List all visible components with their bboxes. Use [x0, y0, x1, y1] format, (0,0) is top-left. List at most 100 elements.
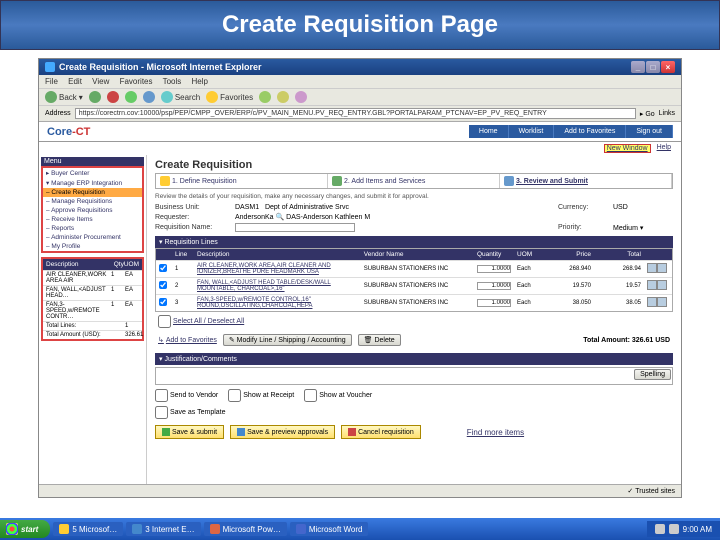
search-button[interactable]: Search	[161, 91, 200, 103]
windows-logo-icon	[6, 523, 18, 535]
link-new-window[interactable]: New Window	[604, 144, 651, 153]
nav-buyer-center[interactable]: ▸ Buyer Center	[43, 168, 142, 178]
logo: Core-CT	[47, 126, 90, 138]
forward-icon[interactable]	[89, 91, 101, 103]
priority-select[interactable]: Medium ▾	[613, 224, 673, 232]
cancel-req-button[interactable]: Cancel requisition	[341, 425, 421, 439]
comment-icon[interactable]	[647, 280, 657, 290]
req-name-input[interactable]	[235, 223, 355, 232]
row-checkbox[interactable]	[159, 281, 167, 289]
detail-icon[interactable]	[657, 280, 667, 290]
task-item[interactable]: Microsoft Word	[290, 522, 369, 536]
history-icon[interactable]	[259, 91, 271, 103]
add-favorites-link[interactable]: ↳ Add to Favorites	[158, 336, 217, 344]
maximize-button[interactable]: □	[646, 61, 660, 73]
save-preview-button[interactable]: Save & preview approvals	[230, 425, 335, 439]
task-item[interactable]: 3 Internet E…	[126, 522, 200, 536]
menu-view[interactable]: View	[92, 77, 109, 86]
ie-menubar: File Edit View Favorites Tools Help	[39, 75, 681, 89]
step-add-items[interactable]: 2. Add Items and Services	[328, 174, 500, 188]
rs-row: AIR CLEANER,WORK AREA AIR1EA	[43, 270, 142, 285]
sidebar: Menu ▸ Buyer Center ▾ Manage ERP Integra…	[39, 155, 147, 495]
task-item[interactable]: 5 Microsof…	[53, 522, 123, 536]
grid-row: 2FAN, WALL,<ADJUST HEAD TABLE/DESK/WALL …	[156, 277, 672, 294]
row-desc-link[interactable]: AIR CLEANER,WORK AREA,AIR CLEANER AND IO…	[194, 261, 361, 277]
nav-erp-integration[interactable]: ▾ Manage ERP Integration	[43, 178, 142, 188]
app-icon	[59, 524, 69, 534]
app-icon	[296, 524, 306, 534]
save-template-check[interactable]: Save as Template	[155, 406, 226, 419]
nav-my-profile[interactable]: – My Profile	[43, 242, 142, 251]
select-all-link[interactable]: Select All / Deselect All	[158, 315, 244, 328]
show-receipt-check[interactable]: Show at Receipt	[228, 389, 294, 402]
nav-approve-requisitions[interactable]: – Approve Requisitions	[43, 206, 142, 215]
back-button[interactable]: Back ▾	[45, 91, 83, 103]
row-desc-link[interactable]: FAN,3-SPEED,w/REMOTE CONTROL,16" ROUND,O…	[194, 295, 361, 311]
delete-button[interactable]: 🗑 Delete	[358, 334, 401, 346]
spellcheck-button[interactable]: Spelling	[634, 369, 671, 380]
step-review[interactable]: 3. Review and Submit	[500, 174, 672, 188]
rs-row: FAN, WALL,<ADJUST HEAD…1EA	[43, 285, 142, 300]
app-icon	[210, 524, 220, 534]
link-add-favorites[interactable]: Add to Favorites	[554, 125, 626, 138]
comments-textarea[interactable]: Spelling	[155, 367, 673, 385]
link-home[interactable]: Home	[469, 125, 509, 138]
detail-icon[interactable]	[657, 263, 667, 273]
row-desc-link[interactable]: FAN, WALL,<ADJUST HEAD TABLE/DESK/WALL M…	[194, 278, 361, 294]
nav-admin-procurement[interactable]: – Administer Procurement	[43, 233, 142, 242]
menu-file[interactable]: File	[45, 77, 58, 86]
review-icon	[504, 176, 514, 186]
save-icon	[162, 428, 170, 436]
step-define[interactable]: 1. Define Requisition	[156, 174, 328, 188]
qty-input[interactable]	[477, 282, 511, 290]
nav-highlight-box: ▸ Buyer Center ▾ Manage ERP Integration …	[41, 166, 144, 253]
justification-header: ▾ Justification/Comments	[155, 353, 673, 365]
taskbar: start 5 Microsof… 3 Internet E… Microsof…	[0, 518, 720, 540]
show-voucher-check[interactable]: Show at Voucher	[304, 389, 372, 402]
cancel-icon	[348, 428, 356, 436]
window-title: Create Requisition - Microsoft Internet …	[59, 62, 262, 72]
menu-help[interactable]: Help	[192, 77, 208, 86]
link-help[interactable]: Help	[657, 144, 671, 153]
link-worklist[interactable]: Worklist	[509, 125, 555, 138]
comment-icon[interactable]	[647, 297, 657, 307]
qty-input[interactable]	[477, 299, 511, 307]
go-button[interactable]: ▸ Go	[640, 110, 655, 118]
modify-button[interactable]: ✎ Modify Line / Shipping / Accounting	[223, 334, 352, 346]
favorites-button[interactable]: Favorites	[206, 91, 253, 103]
ie-toolbar: Back ▾ Search Favorites	[39, 89, 681, 106]
close-button[interactable]: ×	[661, 61, 675, 73]
menu-tools[interactable]: Tools	[163, 77, 182, 86]
menu-edit[interactable]: Edit	[68, 77, 82, 86]
nav-create-requisition[interactable]: – Create Requisition	[43, 188, 142, 197]
links-button[interactable]: Links	[659, 110, 675, 117]
minimize-button[interactable]: _	[631, 61, 645, 73]
refresh-icon[interactable]	[125, 91, 137, 103]
menu-favorites[interactable]: Favorites	[120, 77, 153, 86]
send-vendor-check[interactable]: Send to Vendor	[155, 389, 218, 402]
lines-grid: LineDescriptionVendor NameQuantityUOMPri…	[155, 248, 673, 312]
url-input[interactable]: https://corectrn.cov:10000/psp/PEP/CMPP_…	[75, 108, 636, 119]
home-icon[interactable]	[143, 91, 155, 103]
task-item[interactable]: Microsoft Pow…	[204, 522, 287, 536]
link-signout[interactable]: Sign out	[626, 125, 673, 138]
nav-receive-items[interactable]: – Receive Items	[43, 215, 142, 224]
save-submit-button[interactable]: Save & submit	[155, 425, 224, 439]
clock: 9:00 AM	[683, 525, 712, 534]
nav-reports[interactable]: – Reports	[43, 224, 142, 233]
stop-icon[interactable]	[107, 91, 119, 103]
detail-icon[interactable]	[657, 297, 667, 307]
qty-input[interactable]	[477, 265, 511, 273]
comment-icon[interactable]	[647, 263, 657, 273]
rs-col-desc: Description	[46, 261, 114, 268]
find-more-link[interactable]: Find more items	[467, 428, 524, 437]
nav-manage-requisitions[interactable]: – Manage Requisitions	[43, 197, 142, 206]
print-icon[interactable]	[295, 91, 307, 103]
tray-icon[interactable]	[669, 524, 679, 534]
start-button[interactable]: start	[0, 520, 50, 538]
row-checkbox[interactable]	[159, 298, 167, 306]
req-lines-header: ▾ Requisition Lines	[155, 236, 673, 248]
row-checkbox[interactable]	[159, 264, 167, 272]
mail-icon[interactable]	[277, 91, 289, 103]
tray-icon[interactable]	[655, 524, 665, 534]
